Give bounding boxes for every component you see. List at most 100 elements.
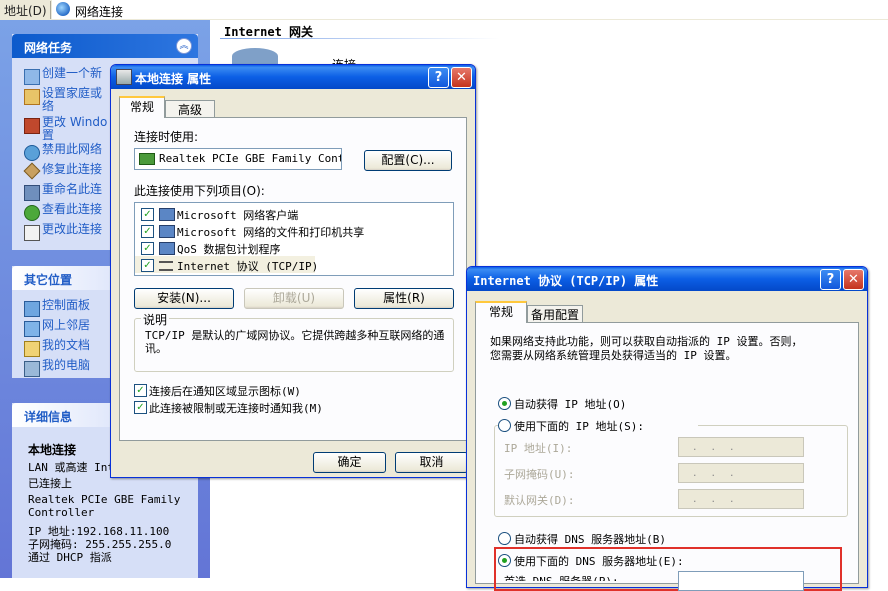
- detail-dhcp: 通过 DHCP 指派: [28, 551, 112, 564]
- repair-icon: [23, 162, 41, 180]
- ok-button[interactable]: 确定: [313, 452, 386, 473]
- list-item-label: Microsoft 网络的文件和打印机共享: [177, 226, 365, 239]
- tcpip-title: Internet 协议 (TCP/IP) 属性: [473, 274, 659, 288]
- help-button[interactable]: ?: [820, 269, 841, 290]
- protocol-icon: [159, 261, 173, 271]
- local-connection-title: 本地连接 属性: [135, 72, 212, 86]
- close-button[interactable]: ✕: [843, 269, 864, 290]
- auto-ip-label: 自动获得 IP 地址(O): [514, 398, 627, 411]
- list-item-label: QoS 数据包计划程序: [177, 243, 281, 256]
- my-documents-icon: [24, 341, 40, 357]
- auto-ip-option[interactable]: 自动获得 IP 地址(O): [498, 395, 698, 411]
- close-button[interactable]: ✕: [451, 67, 472, 88]
- configure-button[interactable]: 配置(C)...: [364, 150, 452, 171]
- gateway-label: 默认网关(D):: [504, 494, 575, 507]
- detail-status: 已连接上: [28, 477, 72, 490]
- collapse-icon[interactable]: ︽: [176, 38, 192, 54]
- status-icon: [24, 205, 40, 221]
- address-label: 地址(D): [4, 4, 47, 18]
- tcpip-titlebar[interactable]: Internet 协议 (TCP/IP) 属性 ? ✕: [467, 267, 867, 291]
- manual-dns-option[interactable]: 使用下面的 DNS 服务器地址(E):: [498, 552, 738, 568]
- detail-adapter-line1: Realtek PCIe GBE Family: [28, 493, 181, 506]
- local-connection-properties-dialog: 本地连接 属性 ? ✕ 常规 高级 连接时使用: Realtek PCIe GB…: [110, 64, 476, 478]
- address-bar: 地址(D) 网络连接: [0, 0, 888, 21]
- notify-option[interactable]: ✓ 此连接被限制或无连接时通知我(M): [134, 399, 434, 415]
- disable-network-icon: [24, 145, 40, 161]
- manual-ip-radio[interactable]: [498, 419, 511, 432]
- preferred-dns-label: 首选 DNS 服务器(P):: [504, 573, 619, 581]
- network-tasks-title: 网络任务: [24, 41, 73, 55]
- tcpip-properties-dialog: Internet 协议 (TCP/IP) 属性 ? ✕ 常规 备用配置 如果网络…: [466, 266, 868, 591]
- client-icon: [159, 208, 175, 221]
- adapter-field: Realtek PCIe GBE Family Contro: [134, 148, 342, 170]
- manual-dns-label: 使用下面的 DNS 服务器地址(E):: [514, 555, 684, 568]
- description-text: TCP/IP 是默认的广域网协议。它提供跨越多种互联网络的通讯。: [145, 329, 445, 355]
- cancel-button[interactable]: 取消: [395, 452, 468, 473]
- auto-dns-option[interactable]: 自动获得 DNS 服务器地址(B): [498, 530, 718, 546]
- detail-type: LAN 或高速 Int: [28, 461, 114, 474]
- details-title: 详细信息: [24, 410, 73, 424]
- qos-icon: [159, 242, 175, 255]
- manual-dns-radio[interactable]: [498, 554, 511, 567]
- help-button[interactable]: ?: [428, 67, 449, 88]
- list-item[interactable]: ✓ Microsoft 网络的文件和打印机共享: [135, 222, 453, 239]
- checkbox[interactable]: ✓: [141, 259, 154, 272]
- new-connection-icon: [24, 69, 40, 85]
- general-tab-page: 连接时使用: Realtek PCIe GBE Family Contro 配置…: [119, 117, 467, 441]
- description-group: 说明 TCP/IP 是默认的广域网协议。它提供跨越多种互联网络的通讯。: [134, 311, 454, 372]
- local-connection-titlebar[interactable]: 本地连接 属性 ? ✕: [111, 65, 475, 89]
- manual-ip-option[interactable]: 使用下面的 IP 地址(S):: [498, 417, 698, 433]
- notify-checkbox[interactable]: ✓: [134, 401, 147, 414]
- detail-connection-name: 本地连接: [28, 443, 77, 457]
- checkbox[interactable]: ✓: [141, 225, 154, 238]
- auto-dns-label: 自动获得 DNS 服务器地址(B): [514, 533, 666, 546]
- show-icon-label: 连接后在通知区域显示图标(W): [149, 385, 301, 398]
- list-item-label: Microsoft 网络客户端: [177, 209, 299, 222]
- install-button[interactable]: 安装(N)...: [134, 288, 234, 309]
- gateway-icon[interactable]: [232, 48, 278, 64]
- gateway-input[interactable]: ...: [678, 489, 804, 509]
- items-label: 此连接使用下列项目(O):: [134, 184, 265, 198]
- tab-general[interactable]: 常规: [475, 301, 527, 323]
- properties-button[interactable]: 属性(R): [354, 288, 454, 309]
- network-adapter-icon: [116, 69, 132, 85]
- subnet-input[interactable]: ...: [678, 463, 804, 483]
- subnet-dots: ...: [693, 466, 749, 479]
- address-input[interactable]: [52, 0, 888, 19]
- gateway-dots: ...: [693, 492, 749, 505]
- tcpip-general-page: 如果网络支持此功能，则可以获取自动指派的 IP 设置。否则， 您需要从网络系统管…: [475, 322, 859, 591]
- auto-ip-radio[interactable]: [498, 397, 511, 410]
- network-tasks-header[interactable]: 网络任务 ︽: [12, 34, 198, 58]
- list-item[interactable]: ✓ QoS 数据包计划程序: [135, 239, 453, 256]
- connect-using-label: 连接时使用:: [134, 130, 199, 144]
- uninstall-button[interactable]: 卸载(U): [244, 288, 344, 309]
- network-connections-icon: [56, 2, 70, 16]
- tab-general[interactable]: 常规: [119, 96, 165, 118]
- control-panel-icon: [24, 301, 40, 317]
- auto-dns-radio[interactable]: [498, 532, 511, 545]
- notify-label: 此连接被限制或无连接时通知我(M): [149, 402, 323, 415]
- content-divider: [220, 38, 500, 39]
- checkbox[interactable]: ✓: [141, 242, 154, 255]
- ip-address-input[interactable]: ...: [678, 437, 804, 457]
- network-places-icon: [24, 321, 40, 337]
- preferred-dns-input[interactable]: [678, 571, 804, 591]
- checkbox[interactable]: ✓: [141, 208, 154, 221]
- firewall-icon: [24, 118, 40, 134]
- intro-line2: 您需要从网络系统管理员处获得适当的 IP 设置。: [490, 349, 737, 362]
- address-separator: [50, 1, 51, 19]
- properties-icon: [24, 225, 40, 241]
- list-item-label: Internet 协议 (TCP/IP): [177, 260, 319, 273]
- components-list[interactable]: ✓ Microsoft 网络客户端 ✓ Microsoft 网络的文件和打印机共…: [134, 202, 454, 276]
- show-icon-option[interactable]: ✓ 连接后在通知区域显示图标(W): [134, 382, 434, 398]
- show-icon-checkbox[interactable]: ✓: [134, 384, 147, 397]
- list-item-selected[interactable]: ✓ Internet 协议 (TCP/IP): [135, 256, 319, 273]
- ip-address-label: IP 地址(I):: [504, 442, 573, 455]
- adapter-name: Realtek PCIe GBE Family Contro: [159, 152, 342, 165]
- home-network-icon: [24, 89, 40, 105]
- my-computer-icon: [24, 361, 40, 377]
- list-item[interactable]: ✓ Microsoft 网络客户端: [135, 205, 453, 222]
- rename-icon: [24, 185, 40, 201]
- detail-adapter-line2: Controller: [28, 506, 95, 519]
- ip-address-dots: ...: [693, 440, 749, 453]
